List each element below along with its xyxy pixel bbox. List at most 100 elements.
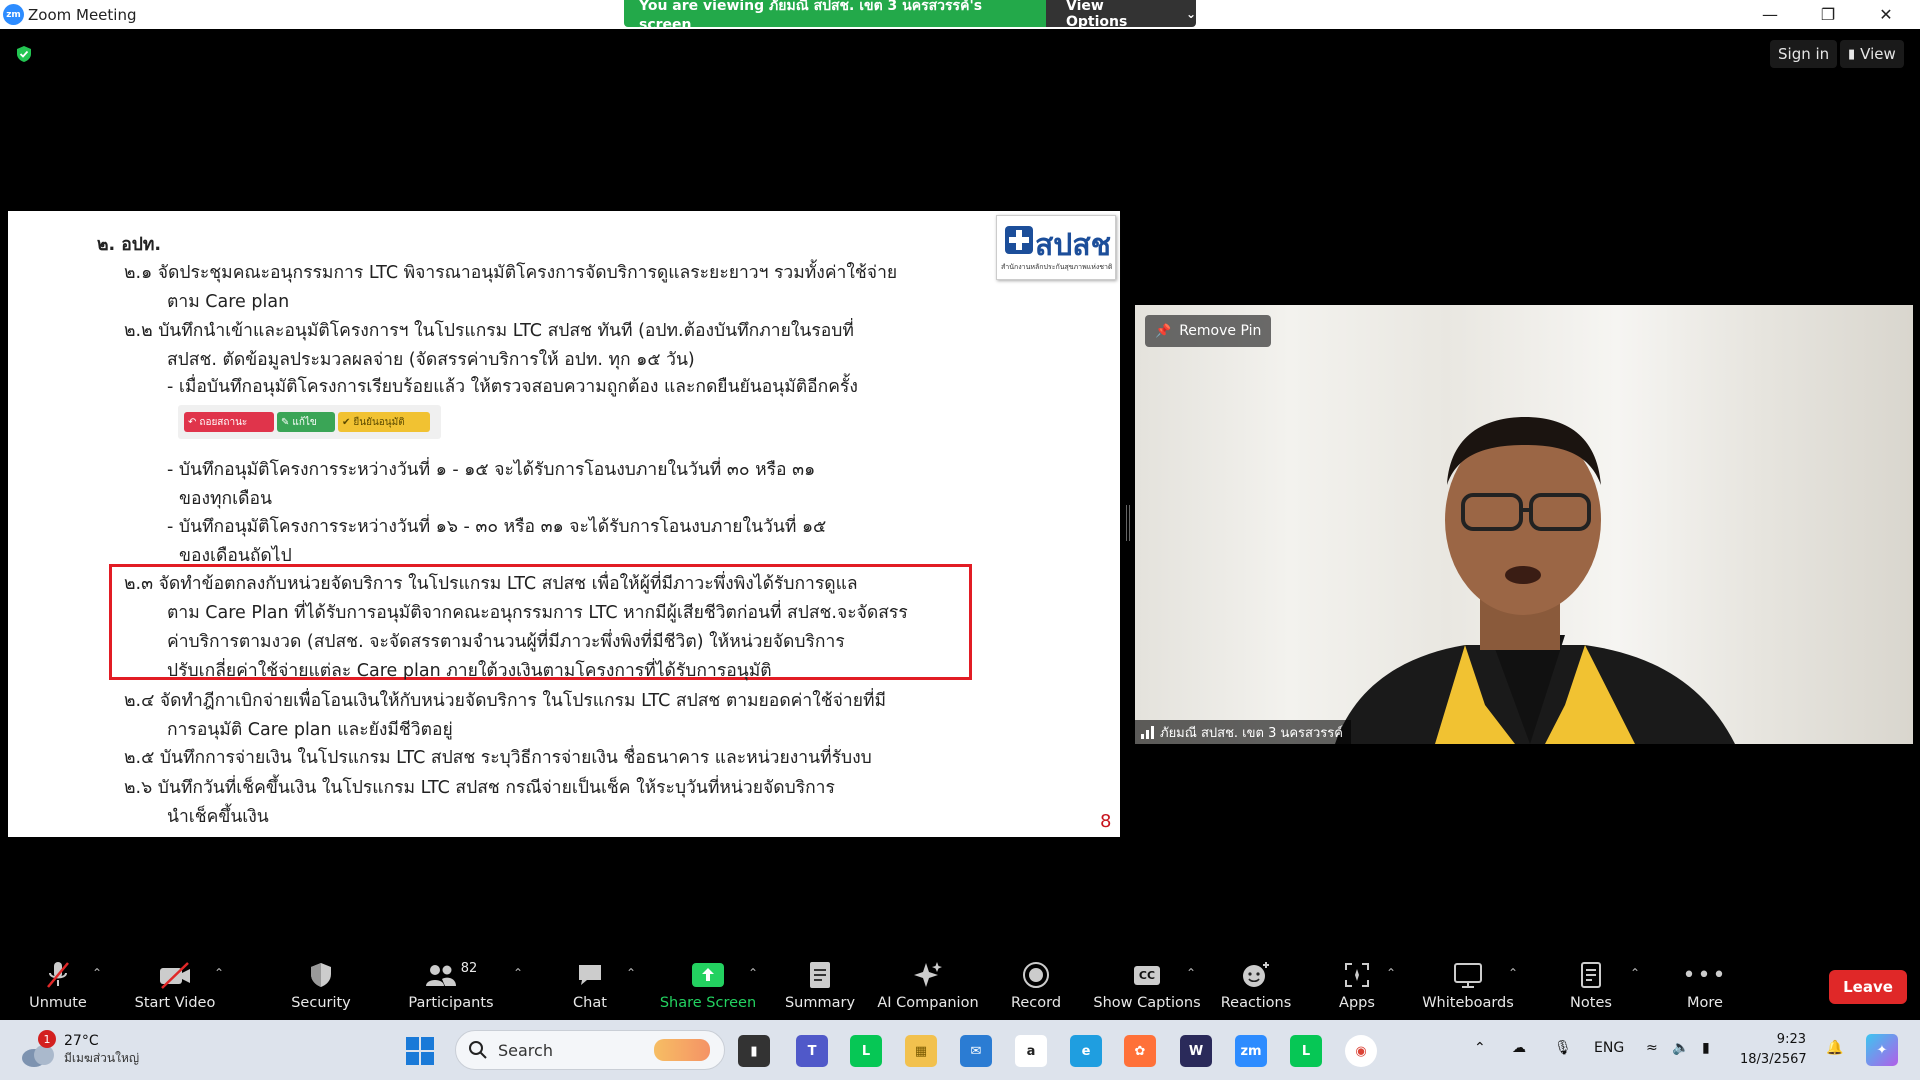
- more-dots-icon: •••: [1682, 962, 1728, 988]
- firefox-icon[interactable]: ✿: [1124, 1035, 1156, 1067]
- participants-icon: 82: [425, 956, 477, 994]
- amazon-icon[interactable]: a: [1015, 1035, 1047, 1067]
- chat-button[interactable]: Chat: [560, 950, 620, 1020]
- record-button[interactable]: Record: [1006, 950, 1066, 1020]
- notes-icon: [1579, 956, 1603, 994]
- zoom-taskbar-icon[interactable]: zm: [1235, 1035, 1267, 1067]
- notification-bell-icon[interactable]: 🔔: [1826, 1040, 1843, 1056]
- confirm-approval-button-image: ✔ ยืนยันอนุมัติ: [338, 412, 430, 432]
- close-button[interactable]: ✕: [1858, 0, 1914, 29]
- view-options-button[interactable]: View Options ⌄: [1046, 0, 1196, 30]
- camera-off-icon: [158, 956, 192, 994]
- whiteboards-button[interactable]: Whiteboards: [1418, 950, 1518, 1020]
- line-app-icon[interactable]: L: [850, 1035, 882, 1067]
- participant-name: ภัยมณี สปสช. เขต 3 นครสวรรค์: [1160, 725, 1343, 741]
- start-video-button[interactable]: Start Video: [130, 950, 220, 1020]
- check-icon: ✔: [342, 416, 351, 428]
- copilot-icon[interactable]: ✦: [1866, 1034, 1898, 1066]
- file-explorer-icon[interactable]: ▦: [905, 1035, 937, 1067]
- slide-line: ๒.๕ บันทึกการจ่ายเงิน ในโปรแกรม LTC สปสช…: [124, 748, 872, 768]
- captions-options-caret-icon[interactable]: ⌃: [1186, 966, 1196, 980]
- search-icon: [469, 1041, 487, 1059]
- minimize-button[interactable]: —: [1742, 0, 1798, 29]
- apps-label: Apps: [1339, 995, 1375, 1011]
- video-options-caret-icon[interactable]: ⌃: [214, 966, 224, 980]
- language-indicator[interactable]: ENG: [1594, 1040, 1624, 1056]
- notes-button[interactable]: Notes: [1564, 950, 1618, 1020]
- battery-icon[interactable]: ▮: [1702, 1040, 1710, 1056]
- audio-options-caret-icon[interactable]: ⌃: [92, 966, 102, 980]
- leave-button[interactable]: Leave: [1829, 970, 1907, 1004]
- remove-pin-button[interactable]: 📌 Remove Pin: [1145, 315, 1272, 347]
- revert-status-button-image: ↶ ถอยสถานะ: [184, 412, 274, 432]
- taskbar-search-box[interactable]: Search: [455, 1030, 725, 1070]
- windows-taskbar: 1 27°C มีเมฆส่วนใหญ่ Search ▮ T L ▦ ✉ a …: [0, 1020, 1920, 1080]
- participants-options-caret-icon[interactable]: ⌃: [513, 966, 523, 980]
- tray-overflow-chevron-icon[interactable]: ⌃: [1474, 1040, 1486, 1056]
- speaker-muted-icon[interactable]: 🔈: [1672, 1040, 1689, 1056]
- whiteboard-icon: [1453, 956, 1483, 994]
- clock-time: 9:23: [1776, 1032, 1806, 1047]
- teams-icon[interactable]: T: [796, 1035, 828, 1067]
- task-view-icon[interactable]: ▮: [738, 1035, 770, 1067]
- system-clock[interactable]: 9:23 18/3/2567: [1740, 1030, 1807, 1070]
- slide-line: ๒.๒ บันทึกนำเข้าและอนุมัติโครงการฯ ในโปร…: [124, 321, 854, 341]
- reactions-button[interactable]: Reactions: [1220, 950, 1292, 1020]
- reactions-label: Reactions: [1220, 995, 1292, 1011]
- revert-status-label: ถอยสถานะ: [199, 416, 248, 428]
- slide-line: ๒.๖ บันทึกวันที่เช็คขึ้นเงิน ในโปรแกรม L…: [124, 778, 835, 798]
- slide-line: - เมื่อบันทึกอนุมัติโครงการเรียบร้อยแล้ว…: [167, 377, 858, 397]
- mail-icon[interactable]: ✉: [960, 1035, 992, 1067]
- view-label: View: [1860, 45, 1896, 63]
- sign-in-button[interactable]: Sign in: [1770, 40, 1838, 68]
- view-button[interactable]: ▮ View: [1840, 40, 1904, 68]
- microphone-tray-icon[interactable]: 🎙: [1554, 1040, 1572, 1056]
- summary-button[interactable]: Summary: [780, 950, 860, 1020]
- edit-button-image: ✎ แก้ไข: [277, 412, 335, 432]
- more-button[interactable]: ••• More: [1680, 950, 1730, 1020]
- encryption-shield-icon[interactable]: [15, 45, 33, 63]
- notes-options-caret-icon[interactable]: ⌃: [1630, 966, 1640, 980]
- view-layout-icon: ▮: [1848, 46, 1856, 62]
- restore-button[interactable]: ❐: [1800, 0, 1856, 29]
- slide-line: ๒.๓ จัดทำข้อตกลงกับหน่วยจัดบริการ ในโปรแ…: [124, 574, 858, 594]
- sign-in-label: Sign in: [1778, 45, 1830, 63]
- windows-start-icon[interactable]: [406, 1037, 434, 1065]
- share-options-caret-icon[interactable]: ⌃: [748, 966, 758, 980]
- edit-label: แก้ไข: [292, 416, 317, 428]
- ai-companion-button[interactable]: AI Companion: [876, 950, 980, 1020]
- apps-options-caret-icon[interactable]: ⌃: [1386, 966, 1396, 980]
- participant-video-tile[interactable]: 📌 Remove Pin ภัยมณี สปสช. เขต 3 นครสวรรค…: [1135, 305, 1913, 744]
- record-icon: [1022, 956, 1050, 994]
- captions-cc-text: CC: [1133, 965, 1161, 985]
- summary-doc-icon: [808, 956, 832, 994]
- apps-button[interactable]: Apps: [1330, 950, 1384, 1020]
- nhso-logo: สปสช สำนักงานหลักประกันสุขภาพแห่งชาติ: [996, 215, 1116, 280]
- slide-line: - บันทึกอนุมัติโครงการระหว่างวันที่ ๑๖ -…: [167, 517, 827, 537]
- wifi-icon[interactable]: ≈: [1646, 1040, 1658, 1056]
- nhso-logo-subtext: สำนักงานหลักประกันสุขภาพแห่งชาติ: [1001, 263, 1113, 271]
- share-screen-icon: [692, 956, 724, 994]
- program-buttons-image: ↶ ถอยสถานะ ✎ แก้ไข ✔ ยืนยันอนุมัติ: [178, 405, 441, 439]
- onedrive-cloud-icon[interactable]: ☁: [1512, 1040, 1526, 1056]
- webex-icon[interactable]: W: [1180, 1035, 1212, 1067]
- ai-sparkle-icon: [913, 956, 943, 994]
- zoom-logo-icon: zm: [3, 4, 24, 25]
- share-screen-button[interactable]: Share Screen: [660, 950, 756, 1020]
- notes-label: Notes: [1570, 995, 1612, 1011]
- edge-browser-icon[interactable]: e: [1070, 1035, 1102, 1067]
- unmute-button[interactable]: Unmute: [20, 950, 96, 1020]
- chrome-icon[interactable]: ◉: [1345, 1035, 1377, 1067]
- line-app-icon-2[interactable]: L: [1290, 1035, 1322, 1067]
- whiteboards-options-caret-icon[interactable]: ⌃: [1508, 966, 1518, 980]
- splitter-handle[interactable]: [1126, 505, 1130, 541]
- show-captions-button[interactable]: CC Show Captions: [1093, 950, 1201, 1020]
- weather-widget[interactable]: 1 27°C มีเมฆส่วนใหญ่: [20, 1028, 139, 1072]
- participants-button[interactable]: 82 Participants: [406, 950, 496, 1020]
- reactions-smile-icon: [1241, 956, 1271, 994]
- security-button[interactable]: Security: [286, 950, 356, 1020]
- microphone-muted-icon: [45, 956, 71, 994]
- slide-line: ๒.๑ จัดประชุมคณะอนุกรรมการ LTC พิจารณาอน…: [124, 263, 898, 283]
- slide-line: สปสช. ตัดข้อมูลประมวลผลจ่าย (จัดสรรค่าบร…: [167, 350, 695, 370]
- chat-options-caret-icon[interactable]: ⌃: [626, 966, 636, 980]
